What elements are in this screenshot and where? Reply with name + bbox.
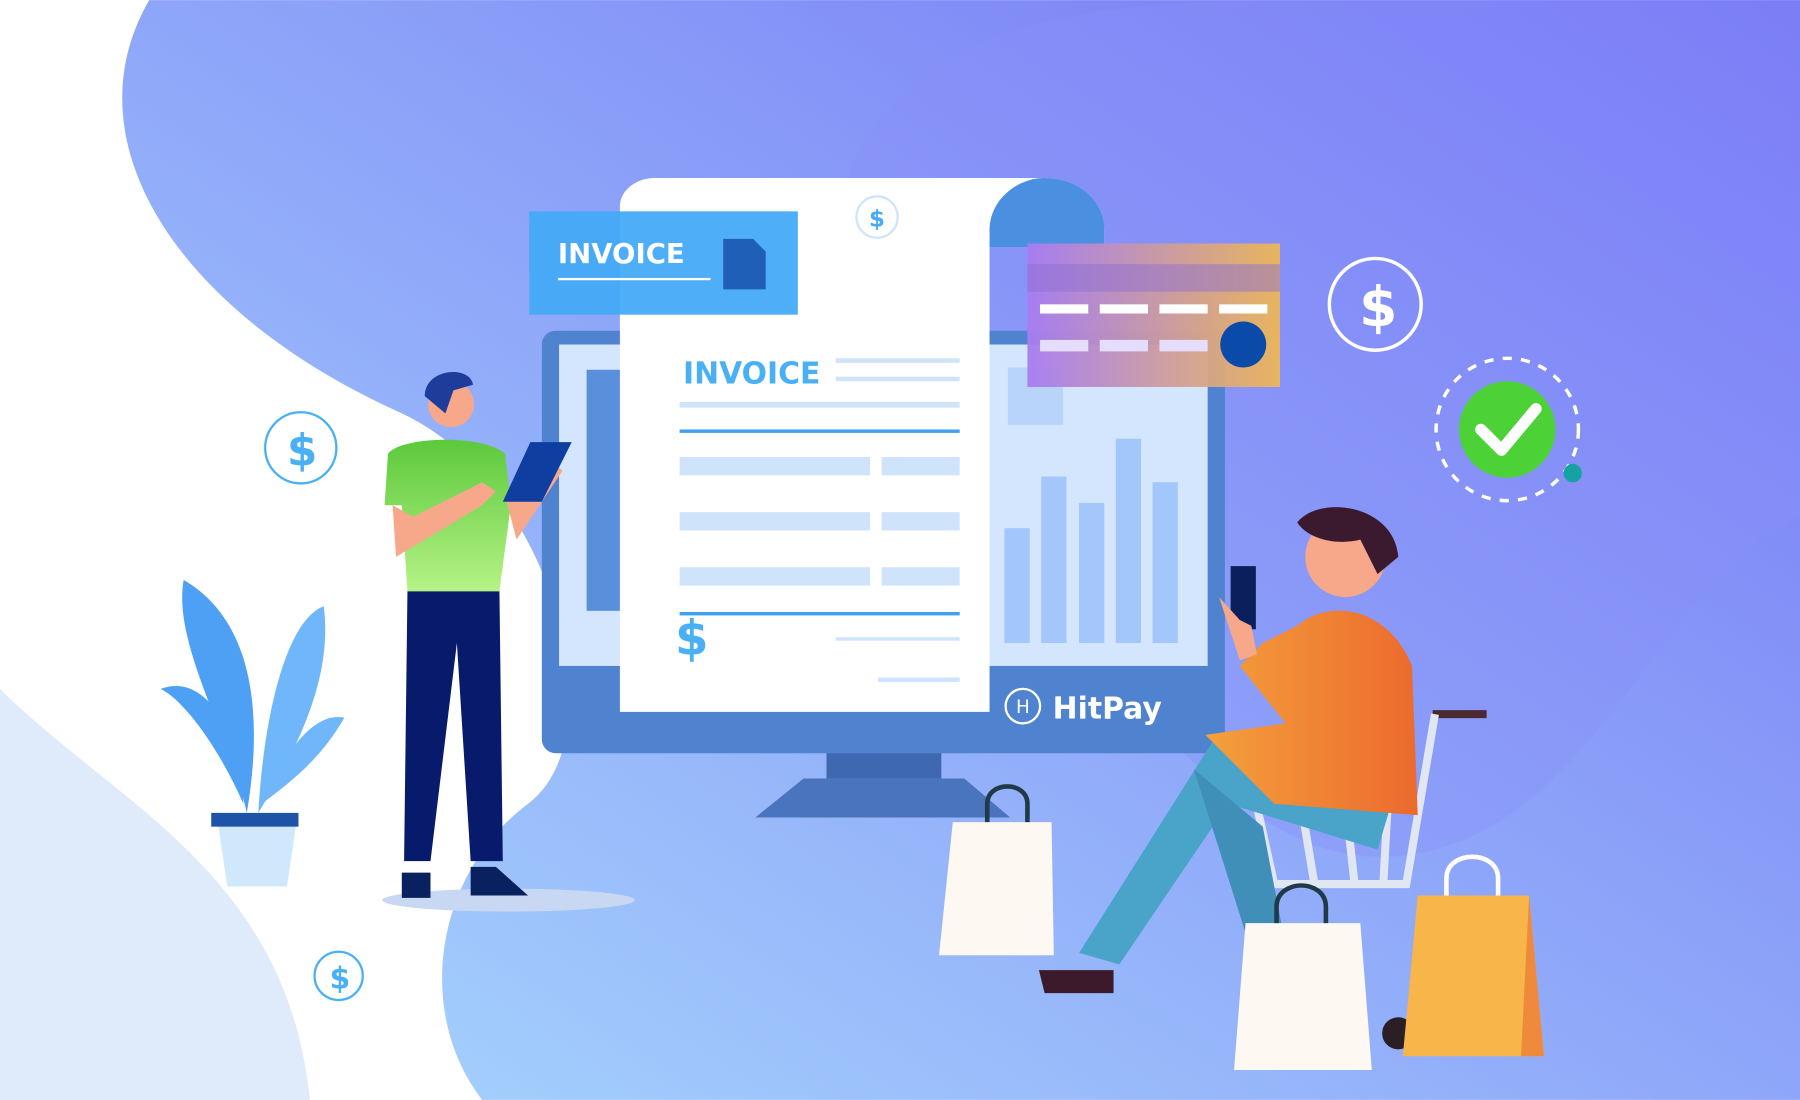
invoice-tag: INVOICE: [529, 211, 798, 315]
svg-text:$: $: [287, 426, 317, 476]
document-icon: [723, 238, 766, 290]
dollar-coin-icon: $: [313, 950, 364, 1002]
svg-text:$: $: [329, 962, 350, 997]
background-lower-left: [0, 688, 310, 1100]
invoice-tag-label: INVOICE: [558, 238, 685, 270]
brand-name: HitPay: [1053, 692, 1162, 727]
dollar-coin-icon: $: [264, 411, 338, 485]
invoice-doc-title: INVOICE: [683, 357, 820, 392]
svg-text:$: $: [869, 206, 885, 232]
dollar-coin-icon: $: [855, 195, 899, 239]
svg-text:$: $: [1359, 275, 1397, 339]
hitpay-invoice-illustration: HitPay H INVOICE $ INVOICE $ $ $ $: [0, 0, 1800, 1100]
credit-card-icon: [1027, 243, 1280, 387]
invoice-total-dollar: $: [675, 610, 709, 666]
svg-text:H: H: [1016, 697, 1030, 718]
plant-icon: [160, 579, 345, 887]
